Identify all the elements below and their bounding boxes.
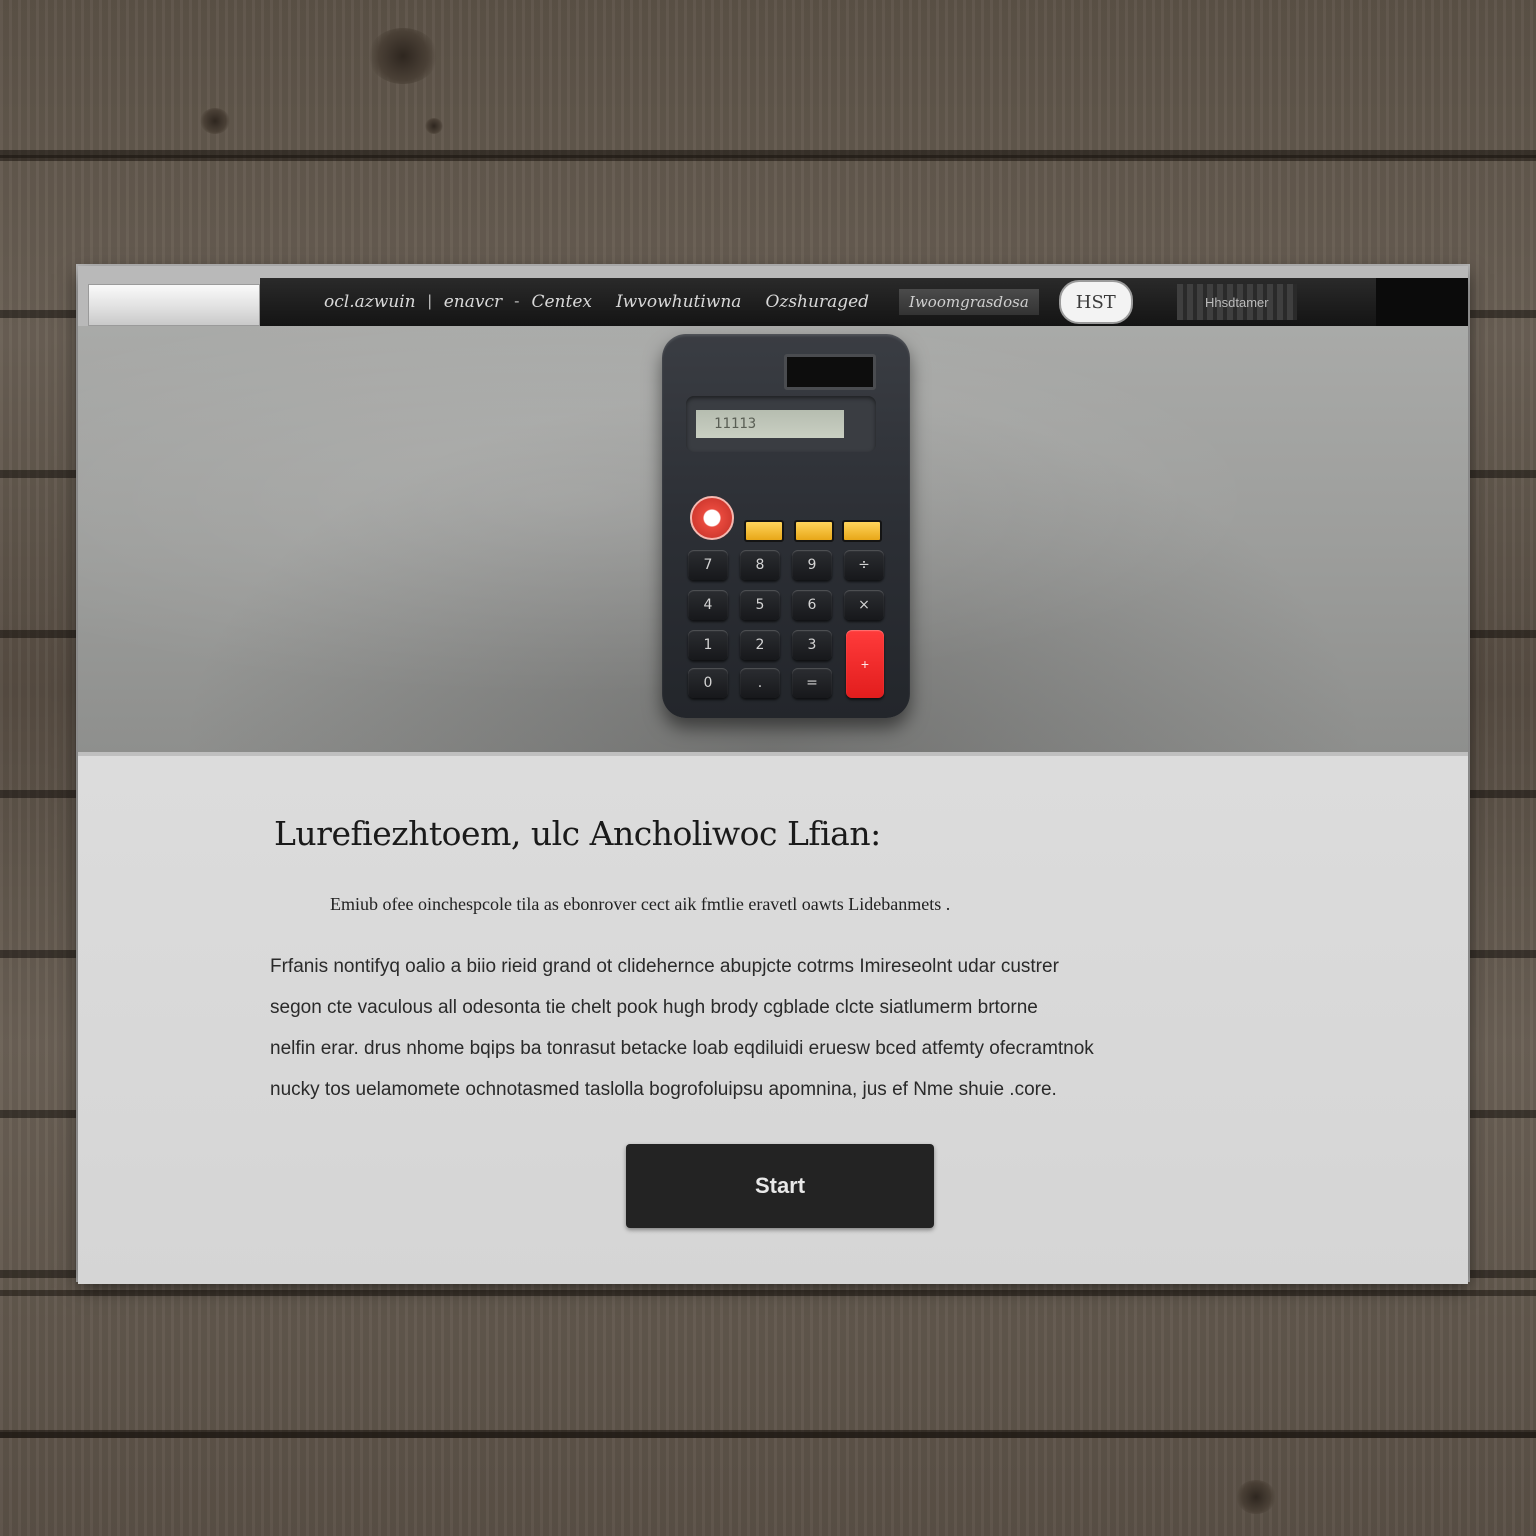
paragraph-line: nelfin erar. drus nhome bqips ba tonrasu…	[270, 1038, 1094, 1059]
content-panel: Lurefiezhtoem, ulc Ancholiwoc Lfian: Emi…	[78, 752, 1468, 1284]
page-headline: Lurefiezhtoem, ulc Ancholiwoc Lfian:	[274, 814, 881, 853]
calculator-key: 0	[688, 668, 728, 698]
calculator-function-key	[744, 520, 784, 542]
wood-knot	[1236, 1480, 1276, 1514]
page-subheadline: Emiub ofee oinchespcole tila as ebonrove…	[330, 894, 951, 914]
calculator-key: 5	[740, 590, 780, 620]
nav-item-1[interactable]: ocl.azwuin	[312, 292, 428, 312]
start-button[interactable]: Start	[626, 1144, 934, 1228]
nav-item-2[interactable]: enavcr	[432, 292, 514, 312]
calculator-key: 6	[792, 590, 832, 620]
wood-plank-seam	[0, 155, 1536, 161]
calculator-display: 11113	[696, 410, 844, 438]
calculator-key: ×	[844, 590, 884, 620]
body-paragraph: Frfanis nontifyq oalio a biio rieid gran…	[270, 946, 1322, 1110]
calculator-display-frame: 11113	[686, 396, 876, 452]
calculator-key: 2	[740, 630, 780, 660]
nav-end-cap	[1376, 278, 1468, 326]
calculator-key: 7	[688, 550, 728, 580]
nav-item-4[interactable]: Iwvowhutiwna	[604, 292, 753, 312]
nav-item-3[interactable]: Centex	[519, 292, 604, 312]
calculator-key: ÷	[844, 550, 884, 580]
window-tab	[88, 284, 260, 326]
calculator-key: 9	[792, 550, 832, 580]
calculator-image: 11113 7 8 9 ÷ 4 5 6 × 1 2 3 0 . = +	[662, 334, 910, 718]
paragraph-line: Frfanis nontifyq oalio a biio rieid gran…	[270, 956, 1059, 977]
wood-plank-seam	[0, 1290, 1536, 1296]
nav-item-5[interactable]: Ozshuraged	[753, 292, 881, 312]
wood-knot	[425, 118, 443, 134]
wood-knot	[368, 28, 438, 84]
calculator-key: 4	[688, 590, 728, 620]
calculator-key: =	[792, 668, 832, 698]
calculator-enter-key: +	[846, 630, 884, 698]
nav-badge-button[interactable]: HST	[1058, 280, 1133, 324]
hero-banner: 11113 7 8 9 ÷ 4 5 6 × 1 2 3 0 . = +	[78, 326, 1468, 752]
nav-item-6[interactable]: Iwoomgrasdosa	[899, 289, 1039, 315]
nav-bar: ocl.azwuin | enavcr - Centex Iwvowhutiwn…	[260, 278, 1468, 326]
calculator-slot	[784, 354, 876, 390]
calculator-key: 3	[792, 630, 832, 660]
power-button-icon	[690, 496, 734, 540]
calculator-function-key	[842, 520, 882, 542]
browser-window: ocl.azwuin | enavcr - Centex Iwvowhutiwn…	[78, 266, 1468, 1284]
paragraph-line: segon cte vaculous all odesonta tie chel…	[270, 997, 1038, 1018]
calculator-key: .	[740, 668, 780, 698]
calculator-key: 8	[740, 550, 780, 580]
wood-plank-seam	[0, 1432, 1536, 1438]
paragraph-line: nucky tos uelamomete ochnotasmed tasloll…	[270, 1079, 1057, 1100]
calculator-key: 1	[688, 630, 728, 660]
calculator-function-key	[794, 520, 834, 542]
wood-knot	[200, 108, 230, 134]
top-bar: ocl.azwuin | enavcr - Centex Iwvowhutiwn…	[78, 266, 1468, 326]
nav-item-7[interactable]: Hhsdtamer	[1176, 284, 1297, 320]
